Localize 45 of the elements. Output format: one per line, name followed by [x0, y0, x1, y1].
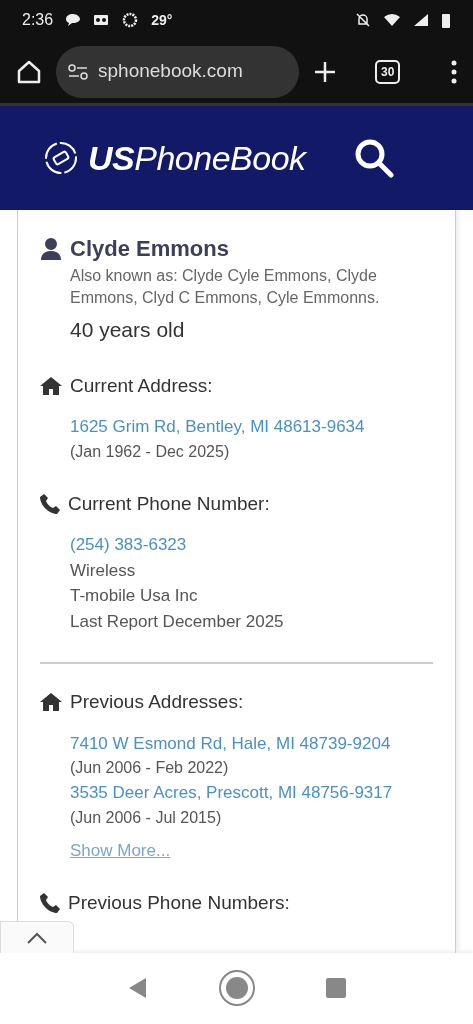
alias-text: Also known as: Clyde Cyle Emmons, Clyde Emmons, Clyd C Emmons, Cyle Emmonns. [70, 266, 381, 308]
person-icon [40, 236, 62, 261]
recents-icon[interactable] [325, 977, 346, 998]
detail-text: (Jan 1962 - Dec 2025) [70, 441, 231, 462]
detail-text: (Jun 2006 - Feb 2022) [70, 758, 230, 779]
record-link[interactable]: 7410 W Esmond Rd, Hale, MI 48739-9204 [70, 730, 433, 757]
home-icon [40, 376, 62, 395]
more-icon[interactable] [451, 59, 457, 84]
record-link[interactable]: 1625 Grim Rd, Bentley, MI 48613-9634 [70, 414, 433, 440]
chat-icon [65, 13, 82, 27]
sun-icon [121, 11, 140, 29]
section-heading: Current Phone Number: [68, 491, 270, 516]
phone-icon [40, 893, 60, 914]
record-link[interactable]: (254) 383-6323 [70, 532, 433, 558]
battery-icon [441, 12, 451, 28]
signal-icon [413, 13, 429, 27]
show-more-link[interactable]: Show More... [70, 837, 171, 864]
temperature: 29° [151, 10, 173, 30]
detail-text: Last Report December 2025 [70, 610, 285, 633]
wifi-icon [383, 13, 401, 27]
chevron-up-icon [26, 931, 48, 944]
section-heading: Current Address: [70, 373, 213, 398]
scroll-up-button[interactable] [0, 921, 74, 953]
section-heading: Previous Addresses: [70, 690, 244, 715]
new-tab-icon[interactable] [313, 59, 337, 84]
detail-text: Wireless [70, 559, 137, 582]
home-button-icon[interactable] [217, 968, 256, 1007]
time: 2:36 [22, 10, 54, 30]
muted-bell-icon [355, 12, 371, 28]
tab-count[interactable]: 30 [375, 59, 401, 84]
voicemail-icon [93, 14, 110, 26]
home-icon [40, 693, 62, 712]
home-icon[interactable] [16, 58, 42, 85]
record-link[interactable]: 3535 Deer Acres, Prescott, MI 48756-9317 [70, 780, 433, 806]
detail-text: T-mobile Usa Inc [70, 585, 199, 608]
age-text: 40 years old [70, 317, 186, 344]
detail-text: (Jun 2006 - Jul 2015) [70, 807, 223, 828]
address-bar[interactable]: sphonebook.com [56, 45, 299, 98]
back-icon[interactable] [127, 976, 148, 999]
search-icon[interactable] [353, 138, 394, 178]
logo-icon[interactable] [44, 141, 78, 175]
site-settings-icon [68, 63, 88, 80]
phone-icon [40, 493, 60, 514]
person-name: Clyde Emmons [70, 235, 229, 263]
section-heading: Previous Phone Numbers: [68, 891, 290, 916]
